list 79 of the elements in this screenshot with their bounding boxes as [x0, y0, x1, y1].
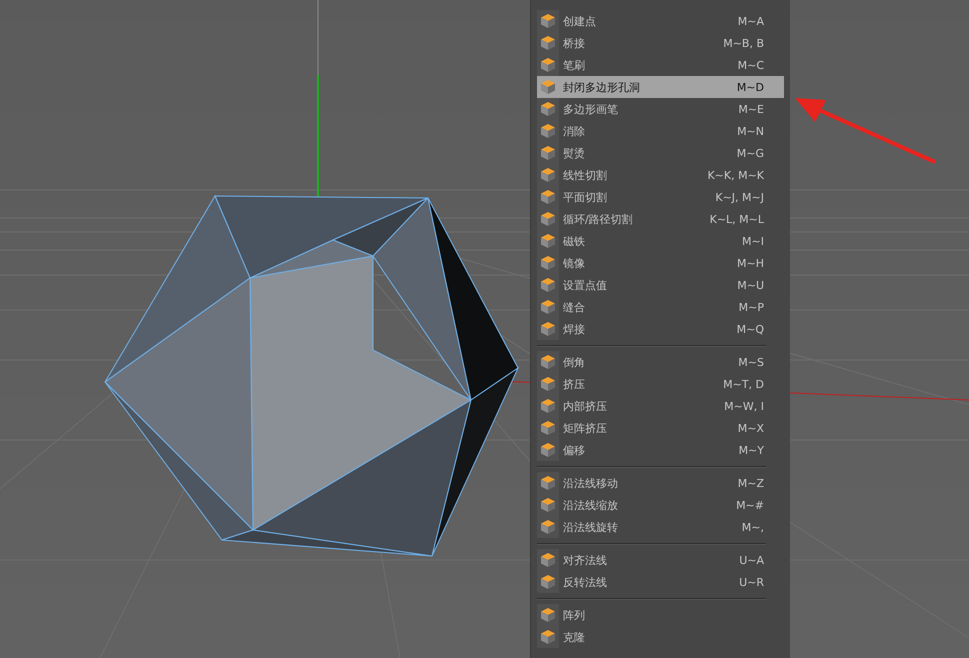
menu-item[interactable]: 倒角 M~S [537, 351, 784, 373]
menu-item[interactable]: 多边形画笔 M~E [537, 98, 784, 120]
shortcut-label: M~D [736, 80, 765, 94]
cube-icon [540, 420, 556, 436]
menu-item[interactable]: 沿法线移动 M~Z [537, 472, 784, 494]
cube-icon [540, 233, 556, 249]
cube-icon [540, 321, 556, 337]
shortcut-label: M~H [737, 256, 765, 270]
shortcut-label: M~Z [738, 476, 765, 490]
shortcut-label: M~E [738, 102, 765, 116]
cube-icon [540, 376, 556, 392]
menu-item[interactable]: 沿法线缩放 M~# [537, 494, 784, 516]
cube-icon [540, 607, 556, 623]
shortcut-label: M~B, B [723, 36, 765, 50]
menu-item[interactable]: 线性切割 K~K, M~K [537, 164, 784, 186]
shortcut-label: M~T, D [723, 378, 765, 390]
shortcut-label: U~A [739, 554, 765, 566]
shortcut-label: M~G [736, 146, 765, 160]
cube-icon [540, 189, 556, 205]
cube-icon [540, 57, 556, 73]
menu-item[interactable]: 矩阵挤压 M~X [537, 417, 784, 439]
cube-icon [540, 35, 556, 51]
shortcut-label: M~C [738, 58, 765, 72]
cube-icon [540, 13, 556, 29]
cube-icon [540, 167, 556, 183]
cube-icon [540, 145, 556, 161]
cube-icon [540, 442, 556, 458]
menu-item[interactable]: 缝合 M~P [537, 296, 784, 318]
shortcut-label: K~L, M~L [710, 212, 765, 226]
shortcut-label: M~X [738, 422, 765, 434]
cube-icon [540, 277, 556, 293]
menu-item[interactable]: 设置点值 M~U [537, 274, 784, 296]
shortcut-label: M~N [737, 124, 765, 138]
menu-item[interactable]: 消除 M~N [537, 120, 784, 142]
cube-icon [540, 123, 556, 139]
cube-icon [540, 398, 556, 414]
cube-icon [540, 519, 556, 535]
cube-icon [540, 211, 556, 227]
shortcut-label: M~W, I [724, 400, 765, 412]
menu-item[interactable]: 封闭多边形孔洞 M~D [537, 76, 784, 98]
menu-item[interactable]: 笔刷 M~C [537, 54, 784, 76]
shortcut-label: U~R [739, 576, 765, 588]
cube-icon [540, 354, 556, 370]
menu-item[interactable]: 偏移 M~Y [537, 439, 784, 461]
shortcut-label: M~U [737, 278, 765, 292]
menu-item[interactable]: 沿法线旋转 M~, [537, 516, 784, 538]
menu-item[interactable]: 克隆 [537, 626, 784, 648]
shortcut-label: M~P [738, 300, 765, 314]
cube-icon [540, 79, 556, 95]
menu-item[interactable]: 循环/路径切割 K~L, M~L [537, 208, 784, 230]
menu-item[interactable]: 磁铁 M~I [537, 230, 784, 252]
menu-item[interactable]: 平面切割 K~J, M~J [537, 186, 784, 208]
menu-item[interactable]: 对齐法线 U~A [537, 549, 784, 571]
menu-item[interactable]: 熨烫 M~G [537, 142, 784, 164]
shortcut-label: M~Q [736, 322, 765, 336]
menu-item[interactable]: 阵列 [537, 604, 784, 626]
menu-item[interactable]: 焊接 M~Q [537, 318, 784, 340]
menu-item[interactable]: 桥接 M~B, B [537, 32, 784, 54]
cube-icon [540, 255, 556, 271]
menu-item[interactable]: 创建点 M~A [537, 10, 784, 32]
shortcut-label: M~# [736, 498, 765, 512]
cube-icon [540, 629, 556, 645]
shortcut-label: K~K, M~K [707, 168, 765, 182]
shortcut-label: M~I [742, 234, 765, 248]
menu-item[interactable]: 反转法线 U~R [537, 571, 784, 593]
shortcut-label: K~J, M~J [715, 190, 765, 204]
shortcut-label: M~Y [738, 444, 765, 456]
cube-icon [540, 552, 556, 568]
shortcut-label: M~S [738, 356, 765, 368]
menu-item[interactable]: 镜像 M~H [537, 252, 784, 274]
shortcut-label: M~A [738, 14, 765, 28]
cube-icon [540, 574, 556, 590]
cube-icon [540, 475, 556, 491]
menu-item[interactable]: 挤压 M~T, D [537, 373, 784, 395]
cube-icon [540, 299, 556, 315]
cube-icon [540, 497, 556, 513]
cube-icon [540, 101, 556, 117]
shortcut-label: M~, [742, 520, 765, 534]
menu-item[interactable]: 内部挤压 M~W, I [537, 395, 784, 417]
